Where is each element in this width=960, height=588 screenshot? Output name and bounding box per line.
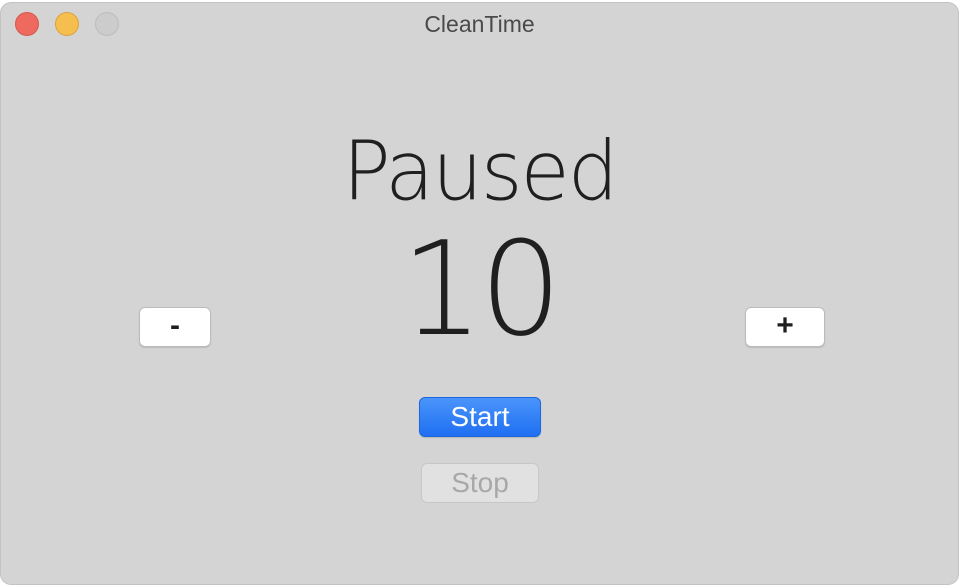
start-button[interactable]: Start — [419, 397, 541, 437]
stop-button: Stop — [421, 463, 539, 503]
window-title: CleanTime — [424, 11, 535, 37]
timer-status-label: Paused — [342, 124, 618, 219]
decrement-button[interactable]: - — [139, 307, 211, 347]
app-window: CleanTime Paused 10 - + Start Stop — [1, 3, 958, 584]
increment-button[interactable]: + — [745, 307, 825, 347]
title-bar[interactable]: CleanTime — [1, 3, 958, 47]
